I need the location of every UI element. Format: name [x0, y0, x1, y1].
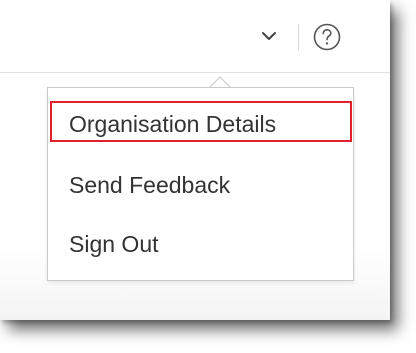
- menu-item-organisation-details[interactable]: Organisation Details: [48, 102, 353, 146]
- user-dropdown-menu: Organisation Details Send Feedback Sign …: [47, 87, 354, 281]
- menu-item-sign-out[interactable]: Sign Out: [48, 222, 353, 266]
- menu-item-send-feedback[interactable]: Send Feedback: [48, 163, 353, 207]
- screenshot-frame: Organisation Details Send Feedback Sign …: [0, 0, 390, 320]
- topbar-divider: [298, 24, 299, 50]
- question-circle-icon[interactable]: [312, 22, 342, 52]
- chevron-down-icon[interactable]: [258, 28, 280, 44]
- top-bar: [0, 0, 390, 73]
